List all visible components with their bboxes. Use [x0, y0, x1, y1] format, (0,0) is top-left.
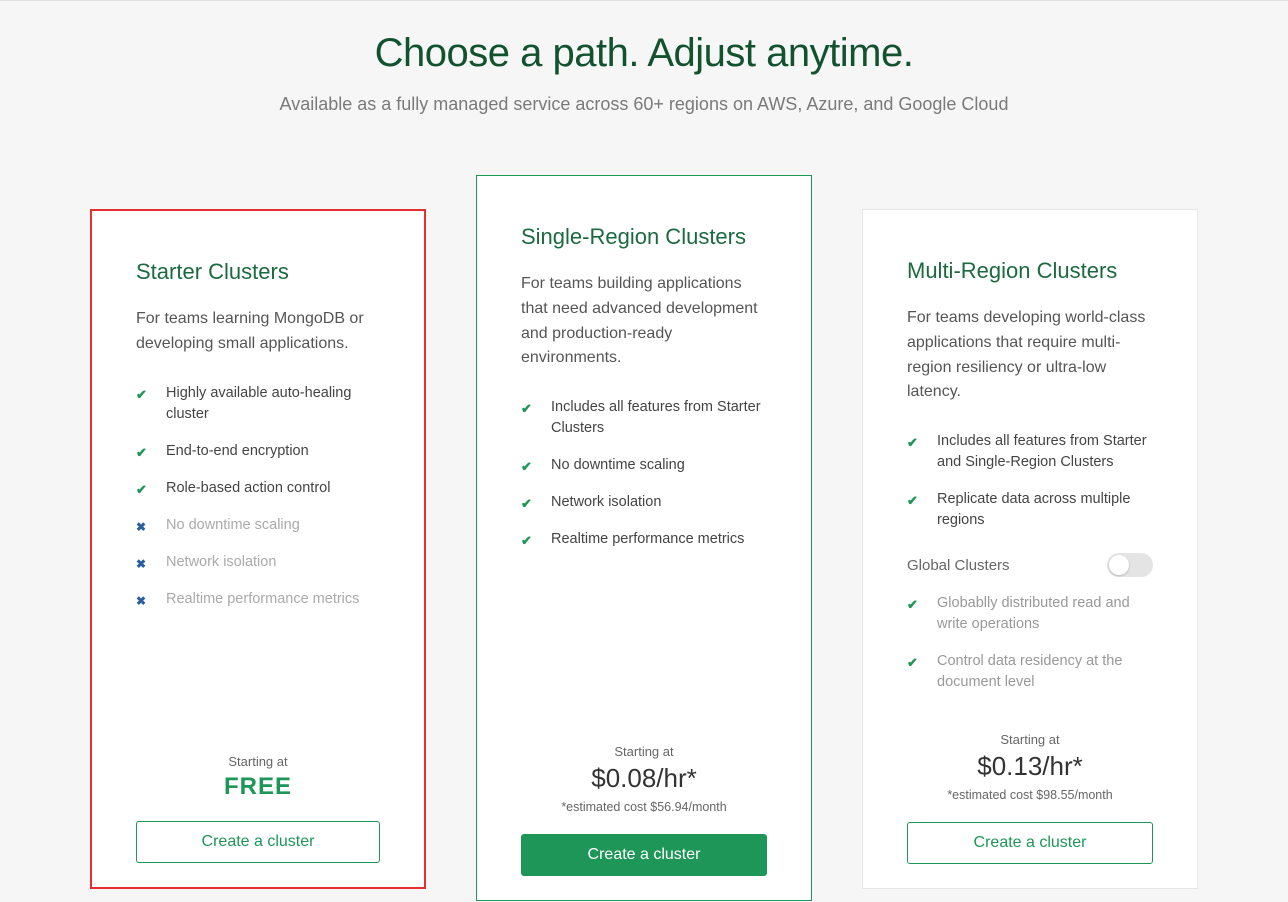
price-estimate: *estimated cost $98.55/month: [907, 788, 1153, 802]
price-block: Starting at $0.08/hr* *estimated cost $5…: [521, 744, 767, 814]
feature-item: No downtime scaling: [521, 455, 767, 476]
feature-text: Role-based action control: [166, 478, 330, 499]
check-icon: [521, 457, 535, 471]
global-clusters-toggle[interactable]: [1107, 553, 1153, 577]
feature-list-global: Globablly distributed read and write ope…: [907, 593, 1153, 709]
feature-text: No downtime scaling: [166, 515, 300, 536]
plan-description: For teams developing world-class applica…: [907, 306, 1153, 405]
feature-item: Highly available auto-healing cluster: [136, 383, 380, 425]
feature-item: No downtime scaling: [136, 515, 380, 536]
feature-item: Includes all features from Starter and S…: [907, 431, 1153, 473]
plan-description: For teams building applications that nee…: [521, 272, 767, 371]
feature-text: End-to-end encryption: [166, 441, 309, 462]
feature-text: Network isolation: [166, 552, 276, 573]
check-icon: [521, 494, 535, 508]
plan-title: Starter Clusters: [136, 259, 380, 285]
feature-item: Realtime performance metrics: [521, 529, 767, 550]
feature-item: Includes all features from Starter Clust…: [521, 397, 767, 439]
create-cluster-button[interactable]: Create a cluster: [521, 834, 767, 876]
check-icon: [136, 385, 150, 399]
feature-text: Replicate data across multiple regions: [937, 489, 1153, 531]
feature-text: Globablly distributed read and write ope…: [937, 593, 1153, 635]
price-value: FREE: [136, 773, 380, 801]
feature-item: Role-based action control: [136, 478, 380, 499]
create-cluster-button[interactable]: Create a cluster: [907, 822, 1153, 864]
starting-at-label: Starting at: [521, 744, 767, 759]
check-icon: [907, 433, 921, 447]
x-icon: [136, 517, 150, 531]
feature-item: Realtime performance metrics: [136, 589, 380, 610]
starting-at-label: Starting at: [907, 732, 1153, 747]
feature-list: Includes all features from Starter Clust…: [521, 397, 767, 566]
check-icon: [907, 595, 921, 609]
global-clusters-label: Global Clusters: [907, 557, 1010, 574]
global-clusters-row: Global Clusters: [907, 553, 1153, 577]
feature-item: End-to-end encryption: [136, 441, 380, 462]
plan-card-single-region: Single-Region Clusters For teams buildin…: [476, 175, 812, 901]
price-block: Starting at FREE: [136, 754, 380, 801]
check-icon: [521, 531, 535, 545]
starting-at-label: Starting at: [136, 754, 380, 769]
feature-text: Realtime performance metrics: [551, 529, 744, 550]
page-subtitle: Available as a fully managed service acr…: [0, 94, 1288, 115]
page-title: Choose a path. Adjust anytime.: [0, 31, 1288, 76]
plan-card-starter: Starter Clusters For teams learning Mong…: [90, 209, 426, 889]
feature-item: Network isolation: [136, 552, 380, 573]
plan-title: Multi-Region Clusters: [907, 258, 1153, 284]
feature-text: No downtime scaling: [551, 455, 685, 476]
x-icon: [136, 591, 150, 605]
price-estimate: *estimated cost $56.94/month: [521, 800, 767, 814]
feature-list: Highly available auto-healing cluster En…: [136, 383, 380, 626]
feature-item: Globablly distributed read and write ope…: [907, 593, 1153, 635]
check-icon: [136, 443, 150, 457]
x-icon: [136, 554, 150, 568]
feature-list: Includes all features from Starter and S…: [907, 431, 1153, 547]
feature-text: Control data residency at the document l…: [937, 651, 1153, 693]
plan-description: For teams learning MongoDB or developing…: [136, 307, 380, 357]
check-icon: [907, 653, 921, 667]
create-cluster-button[interactable]: Create a cluster: [136, 821, 380, 863]
feature-text: Realtime performance metrics: [166, 589, 359, 610]
feature-item: Control data residency at the document l…: [907, 651, 1153, 693]
pricing-cards: Starter Clusters For teams learning Mong…: [0, 175, 1288, 901]
check-icon: [907, 491, 921, 505]
price-block: Starting at $0.13/hr* *estimated cost $9…: [907, 732, 1153, 802]
feature-item: Network isolation: [521, 492, 767, 513]
feature-text: Includes all features from Starter Clust…: [551, 397, 767, 439]
plan-card-multi-region: Multi-Region Clusters For teams developi…: [862, 209, 1198, 889]
check-icon: [136, 480, 150, 494]
price-value: $0.13/hr*: [907, 751, 1153, 782]
price-value: $0.08/hr*: [521, 763, 767, 794]
feature-item: Replicate data across multiple regions: [907, 489, 1153, 531]
plan-title: Single-Region Clusters: [521, 224, 767, 250]
check-icon: [521, 399, 535, 413]
feature-text: Network isolation: [551, 492, 661, 513]
feature-text: Highly available auto-healing cluster: [166, 383, 380, 425]
feature-text: Includes all features from Starter and S…: [937, 431, 1153, 473]
